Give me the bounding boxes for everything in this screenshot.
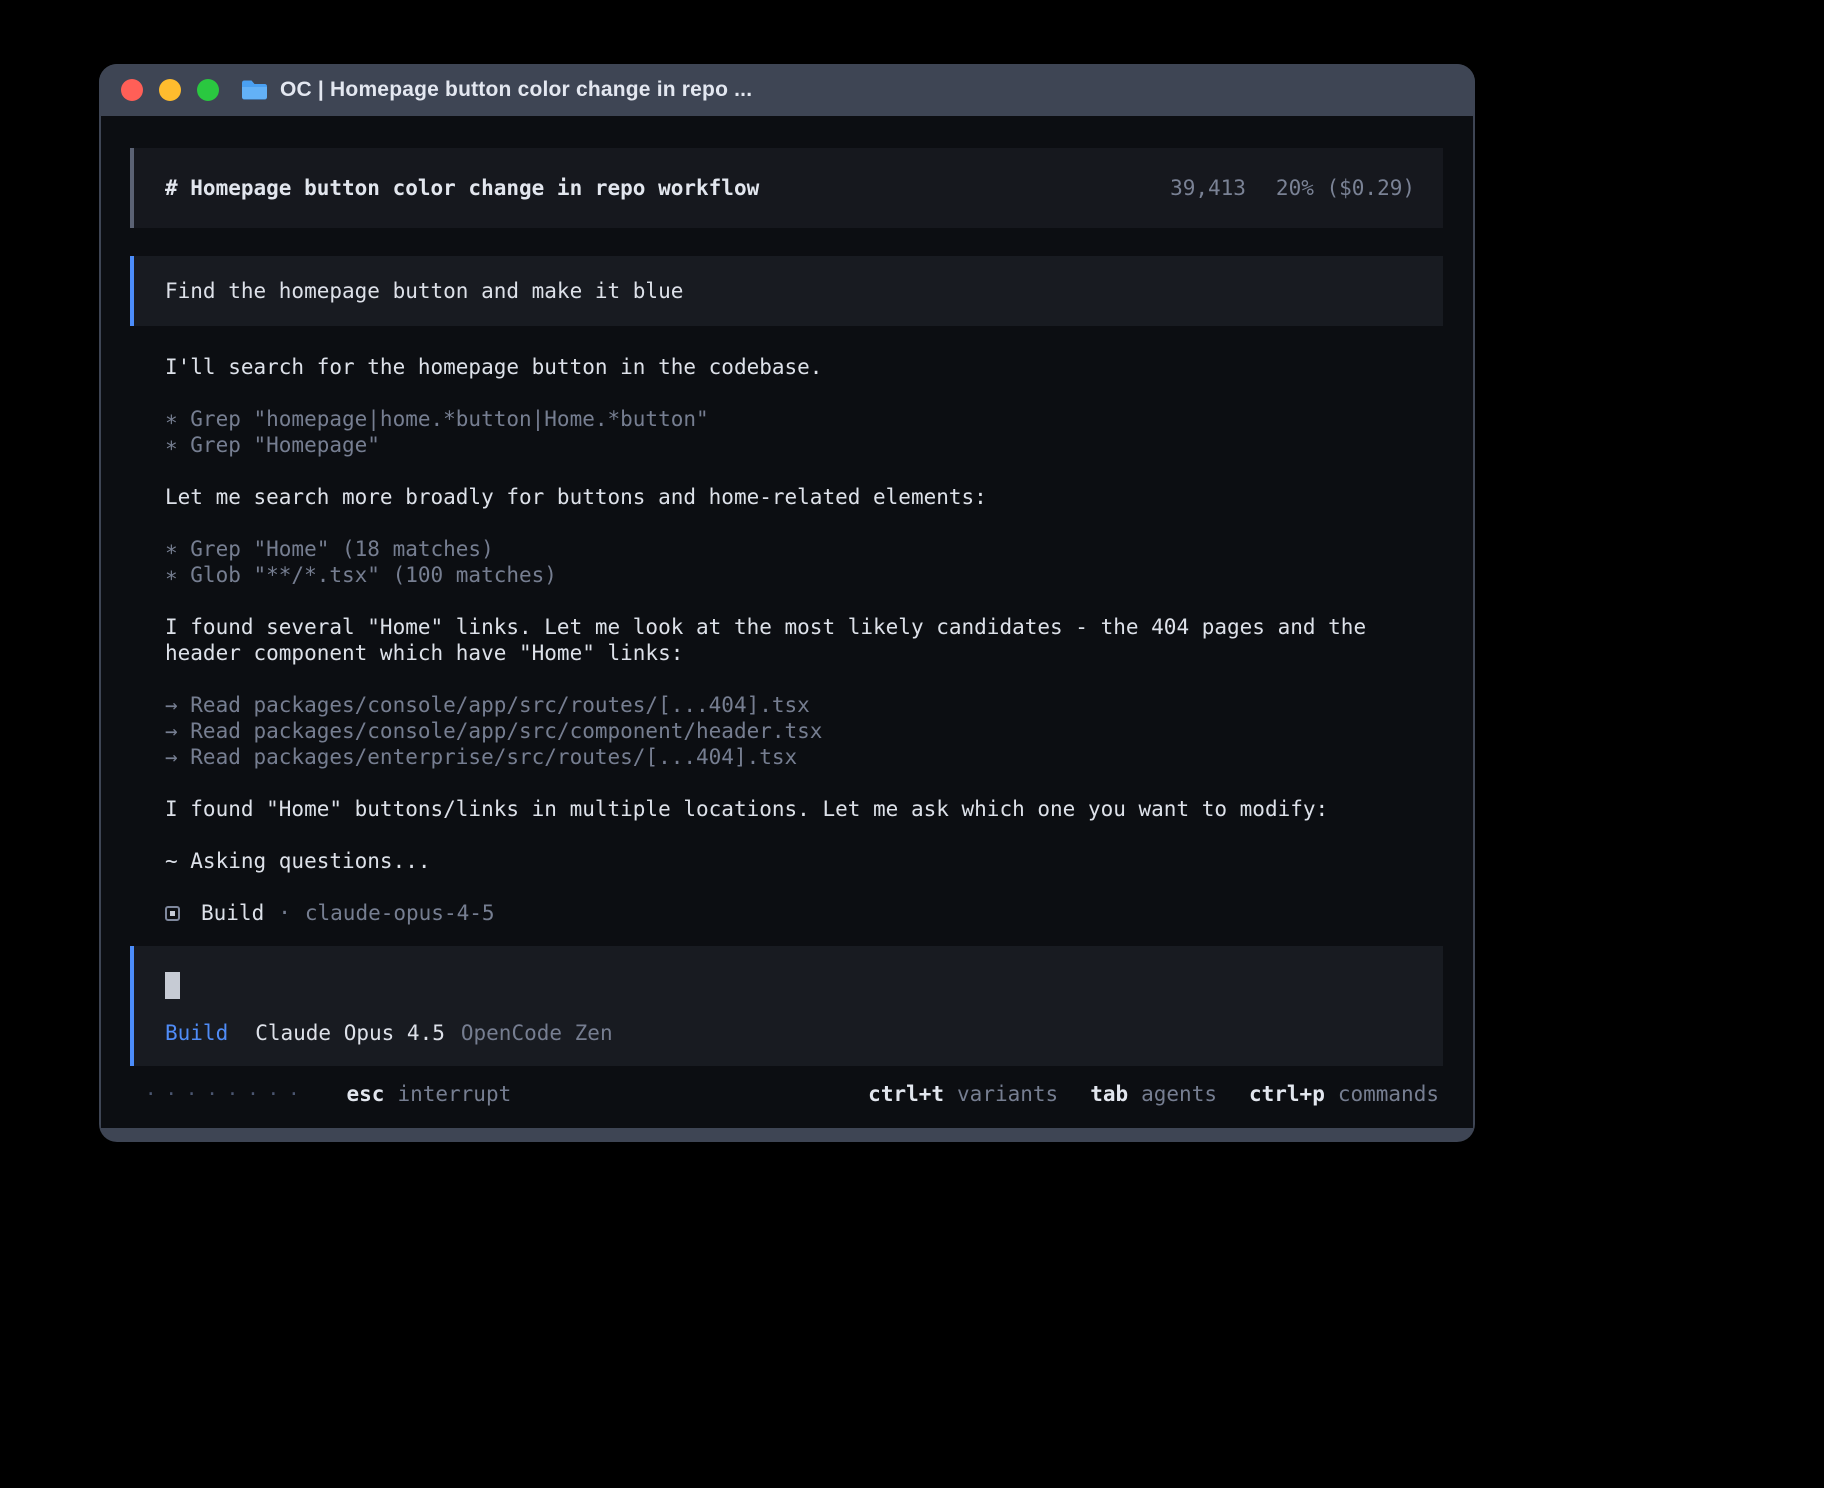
tool-call-grep: ∗ Grep "homepage|home.*button|Home.*butt… <box>165 406 1437 432</box>
input-model-label: Claude Opus 4.5 <box>255 1020 445 1046</box>
tool-calls: ∗ Grep "homepage|home.*button|Home.*butt… <box>165 406 1437 458</box>
assistant-message: Let me search more broadly for buttons a… <box>165 484 1437 510</box>
user-message-text: Find the homepage button and make it blu… <box>165 279 683 303</box>
tool-calls: → Read packages/console/app/src/routes/[… <box>165 692 1437 770</box>
hint-interrupt: interrupt <box>397 1082 511 1106</box>
titlebar: OC | Homepage button color change in rep… <box>99 64 1475 116</box>
assistant-message: I found several "Home" links. Let me loo… <box>165 614 1437 666</box>
assistant-text: I found "Home" buttons/links in multiple… <box>165 796 1437 822</box>
tool-call-read: → Read packages/enterprise/src/routes/[.… <box>165 744 1437 770</box>
key-ctrl-t: ctrl+t <box>868 1082 944 1106</box>
shortcut-variants: ctrl+t variants <box>868 1082 1058 1106</box>
terminal-window: OC | Homepage button color change in rep… <box>99 64 1475 1142</box>
agent-separator: · <box>278 900 291 926</box>
text-cursor <box>165 972 180 999</box>
agent-status-row: Build · claude-opus-4-5 <box>165 900 1437 926</box>
zoom-button[interactable] <box>197 79 219 101</box>
status-bar: ········ esc interrupt ctrl+t variants t… <box>101 1068 1473 1128</box>
shortcut-agents: tab agents <box>1090 1082 1217 1106</box>
session-header: # Homepage button color change in repo w… <box>130 148 1443 228</box>
assistant-message: I'll search for the homepage button in t… <box>165 354 1437 380</box>
close-button[interactable] <box>121 79 143 101</box>
hint-variants: variants <box>957 1082 1058 1106</box>
key-ctrl-p: ctrl+p <box>1249 1082 1325 1106</box>
input-provider-label: OpenCode Zen <box>461 1020 613 1046</box>
tool-call-read: → Read packages/console/app/src/componen… <box>165 718 1437 744</box>
prompt-input[interactable]: Build Claude Opus 4.5 OpenCode Zen <box>130 946 1443 1066</box>
session-title: # Homepage button color change in repo w… <box>165 175 759 201</box>
tool-calls: ∗ Grep "Home" (18 matches) ∗ Glob "**/*.… <box>165 536 1437 588</box>
hint-agents: agents <box>1141 1082 1217 1106</box>
agent-icon <box>165 906 180 921</box>
traffic-lights <box>121 79 219 101</box>
assistant-message: I found "Home" buttons/links in multiple… <box>165 796 1437 822</box>
minimize-button[interactable] <box>159 79 181 101</box>
assistant-text: Let me search more broadly for buttons a… <box>165 484 1437 510</box>
context-cost: 20% ($0.29) <box>1276 175 1415 201</box>
tool-call-grep: ∗ Grep "Home" (18 matches) <box>165 536 1437 562</box>
tool-call-glob: ∗ Glob "**/*.tsx" (100 matches) <box>165 562 1437 588</box>
assistant-text: ~ Asking questions... <box>165 848 1437 874</box>
input-mode-line: Build Claude Opus 4.5 OpenCode Zen <box>165 1020 1415 1046</box>
window-title: OC | Homepage button color change in rep… <box>280 78 752 102</box>
assistant-text: I'll search for the homepage button in t… <box>165 354 1437 380</box>
key-tab: tab <box>1090 1082 1128 1106</box>
folder-icon <box>241 79 268 101</box>
token-count: 39,413 <box>1170 175 1246 201</box>
user-message: Find the homepage button and make it blu… <box>130 256 1443 326</box>
agent-model: claude-opus-4-5 <box>305 900 495 926</box>
input-agent-label: Build <box>165 1020 228 1046</box>
assistant-message: ~ Asking questions... <box>165 848 1437 874</box>
transcript: I'll search for the homepage button in t… <box>130 354 1443 926</box>
assistant-text: I found several "Home" links. Let me loo… <box>165 614 1437 666</box>
hint-commands: commands <box>1338 1082 1439 1106</box>
spinner-dots: ········ <box>145 1083 309 1105</box>
tool-call-read: → Read packages/console/app/src/routes/[… <box>165 692 1437 718</box>
terminal-body: # Homepage button color change in repo w… <box>101 116 1473 1128</box>
session-stats: 39,413 20% ($0.29) <box>1170 175 1415 201</box>
shortcut-commands: ctrl+p commands <box>1249 1082 1439 1106</box>
key-esc: esc <box>347 1082 385 1106</box>
session-content: # Homepage button color change in repo w… <box>101 116 1473 1068</box>
agent-name: Build <box>201 900 264 926</box>
status-right: ctrl+t variants tab agents ctrl+p comman… <box>868 1082 1439 1106</box>
status-left: ········ esc interrupt <box>145 1082 511 1106</box>
tool-call-grep: ∗ Grep "Homepage" <box>165 432 1437 458</box>
